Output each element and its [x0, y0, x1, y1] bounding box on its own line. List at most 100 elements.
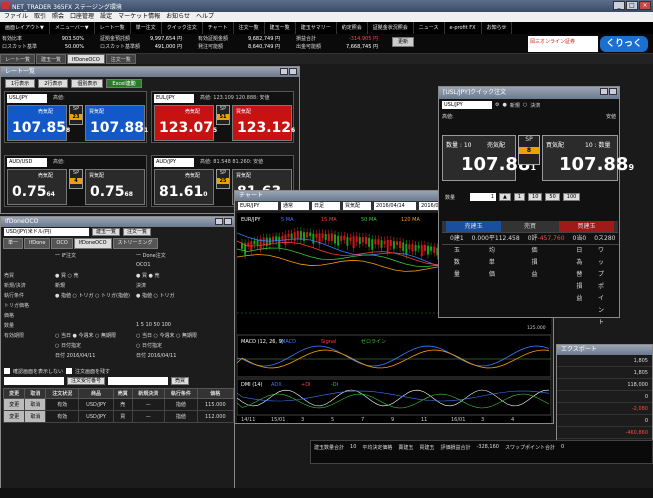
pair-symbol-select[interactable]: USL/JPY — [7, 94, 47, 103]
minimize-icon[interactable] — [215, 218, 223, 225]
close-icon[interactable] — [289, 68, 297, 75]
done-order-field[interactable]: ○ 日付指定 — [136, 342, 162, 349]
individual-button[interactable]: 個別表示 — [71, 79, 104, 88]
pair-symbol-select[interactable]: AUD/USD — [7, 158, 47, 167]
close-icon[interactable] — [224, 218, 232, 225]
menu-settings[interactable]: 設定 — [100, 12, 112, 22]
order-list-button[interactable]: 注文一覧 — [123, 228, 152, 236]
toolbar-menubar[interactable]: メニューバー▼ — [50, 22, 95, 34]
if-order-field[interactable]: ○ 当日 ● 今週末 ○ 無期限 — [55, 332, 133, 339]
tab-orders[interactable]: 注文一覧 — [105, 54, 136, 64]
tab-ifdoneoco[interactable]: IfDoneOCO — [67, 54, 105, 64]
tab-ifdone[interactable]: IfDone — [24, 238, 51, 249]
qty-step-10[interactable]: 10 — [528, 193, 543, 201]
quick-sell-button[interactable]: 数量 : 10 売気配 107.881 — [442, 135, 536, 181]
qty-step-50[interactable]: 50 — [545, 193, 560, 201]
close-button[interactable]: × — [639, 1, 651, 10]
sell-rate-button[interactable]: 売気配 123.075 — [154, 105, 217, 141]
settle-radio[interactable]: ○ — [523, 102, 527, 108]
maximize-button[interactable]: □ — [626, 1, 638, 10]
toolbar-rate-list[interactable]: レート一覧 — [95, 22, 131, 34]
sell-rate-button[interactable]: 売気配 107.858 — [7, 105, 70, 141]
sell-rate-button[interactable]: 売気配 0.7564 — [7, 169, 67, 205]
if-order-field[interactable]: 新規 — [55, 282, 133, 289]
keep-window-checkbox[interactable] — [66, 368, 73, 374]
order-cell-edit[interactable]: 変更 — [2, 410, 26, 423]
qty-up-button[interactable]: ▲ — [499, 193, 511, 201]
pair-symbol-select[interactable]: EUL/JPY — [154, 94, 194, 103]
chart-freq-select[interactable]: 日足 — [312, 202, 340, 210]
order-filter-select[interactable] — [4, 377, 64, 385]
toolbar-layout[interactable]: 画面レイアウト▼ — [0, 22, 50, 34]
tab-streaming[interactable]: ストリーミング — [112, 238, 158, 249]
close-icon[interactable] — [609, 88, 617, 95]
minimize-icon[interactable] — [280, 68, 288, 75]
if-order-field[interactable]: ● 指値 ○ トリガ ○ トリガ(指値) — [55, 292, 133, 299]
new-radio[interactable]: ● — [502, 102, 506, 108]
done-order-field[interactable]: ● 買 ● 売 — [136, 272, 160, 279]
chart-kind-select[interactable]: 通常 — [281, 202, 309, 210]
minimize-icon[interactable] — [600, 88, 608, 95]
toolbar-position-list[interactable]: 建玉一覧 — [265, 22, 296, 34]
toolbar-chart[interactable]: チャート — [203, 22, 234, 34]
order-cell-edit[interactable]: 変更 — [2, 398, 26, 411]
menu-inquiry[interactable]: 照会 — [52, 12, 64, 22]
done-order-field[interactable]: 日付 2016/04/11 — [136, 352, 176, 359]
toolbar-news[interactable]: ニュース — [414, 22, 445, 34]
side-button[interactable]: 売買 — [171, 377, 190, 385]
position-list-button[interactable]: 建玉一覧 — [92, 228, 121, 236]
toolbar-position-summary[interactable]: 建玉サマリー — [296, 22, 337, 34]
if-order-field[interactable]: ○ 日付指定 — [55, 342, 133, 349]
one-row-button[interactable]: 1行表示 — [5, 79, 36, 88]
qty-step-1[interactable]: 1 — [513, 193, 526, 201]
done-order-field[interactable]: ● 指値 ○ トリガ — [136, 292, 175, 299]
menu-help[interactable]: ヘルプ — [196, 12, 214, 22]
minimize-button[interactable]: _ — [613, 1, 625, 10]
order-cell-cancel[interactable]: 取消 — [24, 410, 47, 423]
menu-file[interactable]: ファイル — [4, 12, 28, 22]
symbol-select[interactable]: USD/JPY(米ドル/円) — [4, 228, 89, 236]
buy-rate-button[interactable]: 買気配 0.7568 — [85, 169, 145, 205]
quick-symbol-select[interactable]: USL/JPY — [442, 101, 492, 109]
order-no-input[interactable] — [108, 377, 169, 385]
candle — [334, 234, 336, 244]
toolbar-notice[interactable]: お知らせ — [482, 22, 513, 34]
excel-link-button[interactable]: Excel連動 — [106, 79, 142, 88]
toolbar-execution[interactable]: 約定照会 — [337, 22, 368, 34]
gear-icon[interactable]: ⚙ — [495, 102, 499, 108]
done-order-field[interactable]: ○ 当日 ○ 今週末 ○ 無期限 — [136, 332, 197, 339]
qty-input[interactable]: 1 — [470, 193, 496, 201]
quick-buy-button[interactable]: 買気配 10 : 数量 107.889 — [542, 135, 634, 181]
tab-oco[interactable]: OCO — [51, 238, 73, 249]
buy-rate-button[interactable]: 買気配 107.881 — [85, 105, 148, 141]
menu-trade[interactable]: 取引 — [34, 12, 46, 22]
tab-ifdoneoco[interactable]: IfDoneOCO — [73, 238, 112, 249]
update-button[interactable]: 更新 — [392, 37, 414, 47]
chart-bar-select[interactable]: 買気配 — [343, 202, 371, 210]
pair-symbol-select[interactable]: AUD/JPY — [154, 158, 194, 167]
chart-symbol-select[interactable]: EUR/JPY — [238, 202, 278, 210]
done-order-field[interactable]: 決済 — [136, 282, 146, 289]
toolbar-quick-order[interactable]: クイック注文 — [162, 22, 203, 34]
order-cell-cancel[interactable]: 取消 — [24, 398, 47, 411]
tab-rate-list[interactable]: レート一覧 — [0, 54, 36, 64]
menu-account[interactable]: 口座管理 — [70, 12, 94, 22]
menu-notice[interactable]: お知らせ — [166, 12, 190, 22]
sell-rate-button[interactable]: 売気配 81.610 — [154, 169, 214, 205]
qty-step-100[interactable]: 100 — [562, 193, 581, 201]
confirm-checkbox[interactable] — [4, 368, 10, 374]
tab-positions[interactable]: 建玉一覧 — [36, 54, 67, 64]
if-order-field[interactable]: ● 買 ○ 売 — [55, 272, 133, 279]
tab-single[interactable]: 単一 — [3, 238, 24, 249]
export-button[interactable]: エクスポート — [561, 346, 597, 353]
if-order-field[interactable]: 日付 2016/04/11 — [55, 352, 133, 359]
menu-market[interactable]: マーケット情報 — [118, 12, 160, 22]
toolbar-single-order[interactable]: 単一注文 — [131, 22, 162, 34]
done-order-field[interactable]: 1 5 10 50 100 — [136, 322, 171, 328]
toolbar-order-list[interactable]: 注文一覧 — [234, 22, 265, 34]
toolbar-margin[interactable]: 証拠金状況照会 — [368, 22, 414, 34]
chart-date-input[interactable]: 2016/04/14 — [374, 202, 416, 210]
buy-rate-button[interactable]: 買気配 123.126 — [232, 105, 295, 141]
two-row-button[interactable]: 2行表示 — [38, 79, 69, 88]
toolbar-eprofit[interactable]: e-profit FX — [445, 22, 482, 34]
